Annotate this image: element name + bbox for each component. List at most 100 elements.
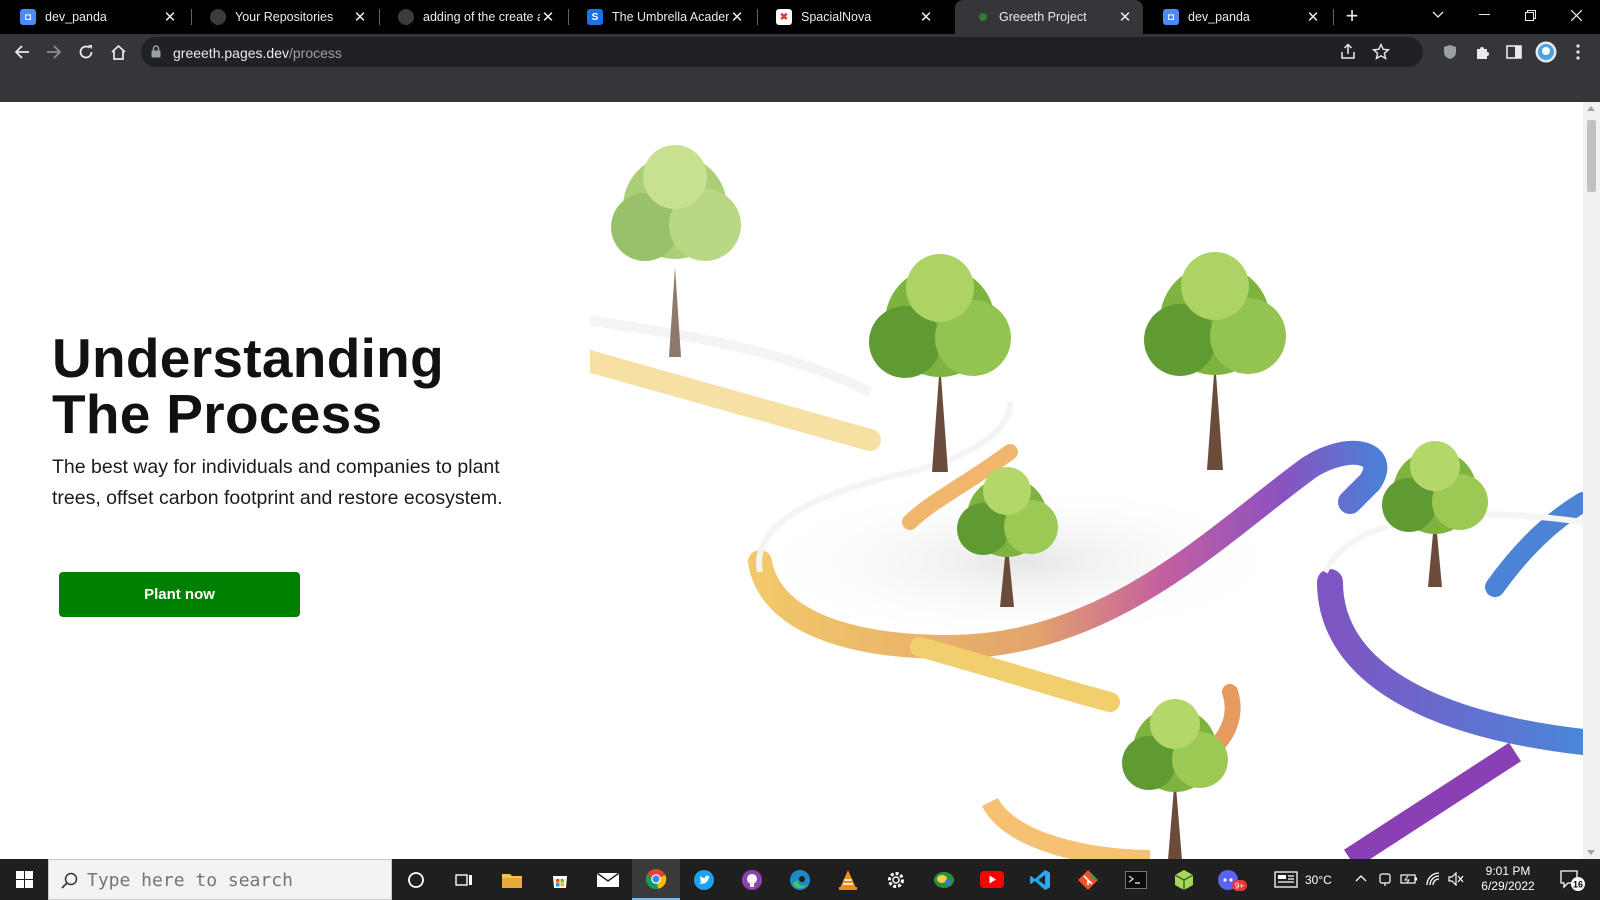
- weather-temperature[interactable]: 30°C: [1305, 873, 1332, 887]
- vlc-icon[interactable]: [824, 859, 872, 900]
- discord-icon[interactable]: 9+: [1208, 859, 1256, 900]
- forward-icon[interactable]: [42, 40, 66, 64]
- tab-strip: ◘ dev_panda ✕ Your Repositories ✕ adding…: [0, 0, 1600, 34]
- tab-your-repositories[interactable]: Your Repositories ✕: [190, 0, 378, 34]
- battery-icon[interactable]: [1400, 872, 1418, 891]
- hero-subtitle: The best way for individuals and compani…: [52, 452, 572, 514]
- extensions-puzzle-icon[interactable]: [1470, 40, 1494, 64]
- trees-road-illustration: [590, 145, 1583, 859]
- lock-icon[interactable]: [151, 45, 161, 63]
- twitter-icon[interactable]: [680, 859, 728, 900]
- clock-time: 9:01 PM: [1485, 864, 1531, 878]
- tree-6: [1122, 699, 1228, 859]
- github-icon[interactable]: [728, 859, 776, 900]
- wifi-icon[interactable]: [1425, 871, 1441, 892]
- hero-subtitle-line-2: trees, offset carbon footprint and resto…: [52, 487, 503, 509]
- close-tab-icon[interactable]: ✕: [352, 9, 368, 26]
- page-title: Understanding The Process: [52, 330, 444, 442]
- close-window-button[interactable]: [1553, 0, 1599, 30]
- mail-icon[interactable]: [584, 859, 632, 900]
- address-bar[interactable]: greeeth.pages.dev/process: [141, 37, 1423, 67]
- dev-profile-icon: ◘: [20, 9, 36, 25]
- tab-adding-create-account[interactable]: adding of the create ac ✕: [378, 0, 566, 34]
- plant-now-button[interactable]: Plant now: [59, 572, 300, 617]
- github-icon: [398, 9, 414, 25]
- taskbar-search-input[interactable]: [87, 869, 377, 891]
- windows-start-icon[interactable]: [0, 859, 48, 900]
- tree-3: [1144, 252, 1286, 470]
- tree-5: [1382, 441, 1488, 587]
- minimize-button[interactable]: [1461, 0, 1507, 30]
- chevron-up-icon[interactable]: [1355, 872, 1367, 890]
- tab-search-chevron-icon[interactable]: [1415, 0, 1461, 30]
- tab-dev-panda-2[interactable]: ◘ dev_panda ✕: [1143, 0, 1331, 34]
- notification-center-icon[interactable]: 16: [1560, 869, 1586, 896]
- chrome-icon[interactable]: [632, 859, 680, 900]
- tab-title: Greeeth Project: [999, 10, 1087, 24]
- tab-title: The Umbrella Academy: [612, 10, 729, 24]
- close-tab-icon[interactable]: ✕: [540, 9, 556, 26]
- tab-dev-panda[interactable]: ◘ dev_panda ✕: [0, 0, 188, 34]
- leaf-icon: [979, 13, 987, 21]
- tab-title: Your Repositories: [235, 10, 334, 24]
- clock-date: 6/29/2022: [1481, 879, 1535, 893]
- taskbar-clock[interactable]: 9:01 PM 6/29/2022: [1468, 864, 1548, 894]
- close-tab-icon[interactable]: ✕: [729, 9, 745, 26]
- profile-avatar[interactable]: [1534, 40, 1558, 64]
- side-panel-icon[interactable]: [1502, 40, 1526, 64]
- windows-taskbar: 9+ 30°C 9:01 PM 6/29/2022 16: [0, 859, 1600, 900]
- page-viewport: Understanding The Process The best way f…: [0, 102, 1583, 859]
- scrollbar-thumb[interactable]: [1587, 120, 1596, 192]
- search-icon: [61, 872, 78, 894]
- tab-title: adding of the create ac: [423, 10, 540, 24]
- close-tab-icon[interactable]: ✕: [162, 9, 178, 26]
- bookmarks-bar: [0, 70, 1600, 102]
- github-icon: [210, 9, 226, 25]
- page-scrollbar[interactable]: [1583, 102, 1600, 859]
- weather-icon[interactable]: [1274, 871, 1298, 893]
- hero-subtitle-line-1: The best way for individuals and compani…: [52, 456, 500, 478]
- file-explorer-icon[interactable]: [488, 859, 536, 900]
- settings-icon[interactable]: [872, 859, 920, 900]
- tab-greeeth-project[interactable]: Greeeth Project ✕: [955, 0, 1143, 34]
- tab-title: dev_panda: [1188, 10, 1250, 24]
- edge-icon[interactable]: [776, 859, 824, 900]
- dev-profile-icon: ◘: [1163, 9, 1179, 25]
- back-icon[interactable]: [10, 40, 34, 64]
- taskbar-search-box[interactable]: [48, 859, 392, 900]
- network-app-icon[interactable]: [920, 859, 968, 900]
- vscode-icon[interactable]: [1016, 859, 1064, 900]
- close-tab-icon[interactable]: ✕: [1305, 9, 1321, 26]
- close-tab-icon[interactable]: ✕: [918, 9, 934, 26]
- notification-count: 16: [1573, 880, 1583, 890]
- shield-extension-icon[interactable]: [1438, 40, 1462, 64]
- umbrella-s-icon: S: [587, 9, 603, 25]
- page-title-line-2: The Process: [52, 383, 383, 445]
- close-tab-icon[interactable]: ✕: [1117, 9, 1133, 26]
- store-icon[interactable]: [536, 859, 584, 900]
- scroll-down-arrow-icon[interactable]: [1587, 850, 1595, 855]
- home-icon[interactable]: [106, 40, 130, 64]
- share-icon[interactable]: [1339, 43, 1357, 66]
- url-host: greeeth.pages.dev: [173, 45, 289, 61]
- cube-app-icon[interactable]: [1160, 859, 1208, 900]
- terminal-icon[interactable]: [1112, 859, 1160, 900]
- tab-spacialnova[interactable]: ✖ SpacialNova ✕: [756, 0, 944, 34]
- git-icon[interactable]: [1064, 859, 1112, 900]
- new-tab-button[interactable]: +: [1340, 5, 1364, 29]
- url-path: /process: [288, 45, 342, 61]
- volume-muted-icon[interactable]: [1448, 871, 1464, 891]
- youtube-icon[interactable]: [968, 859, 1016, 900]
- scroll-up-arrow-icon[interactable]: [1587, 106, 1595, 111]
- restore-button[interactable]: [1507, 0, 1553, 30]
- meet-now-icon[interactable]: [1378, 871, 1392, 892]
- spacialnova-icon: ✖: [776, 9, 792, 25]
- task-view-icon[interactable]: [440, 859, 488, 900]
- reload-icon[interactable]: [74, 40, 98, 64]
- tab-title: dev_panda: [45, 10, 107, 24]
- url-text[interactable]: greeeth.pages.dev/process: [173, 45, 342, 61]
- bookmark-star-icon[interactable]: [1371, 42, 1391, 66]
- tab-umbrella-academy[interactable]: S The Umbrella Academy ✕: [567, 0, 755, 34]
- cortana-icon[interactable]: [392, 859, 440, 900]
- browser-menu-icon[interactable]: [1566, 40, 1590, 64]
